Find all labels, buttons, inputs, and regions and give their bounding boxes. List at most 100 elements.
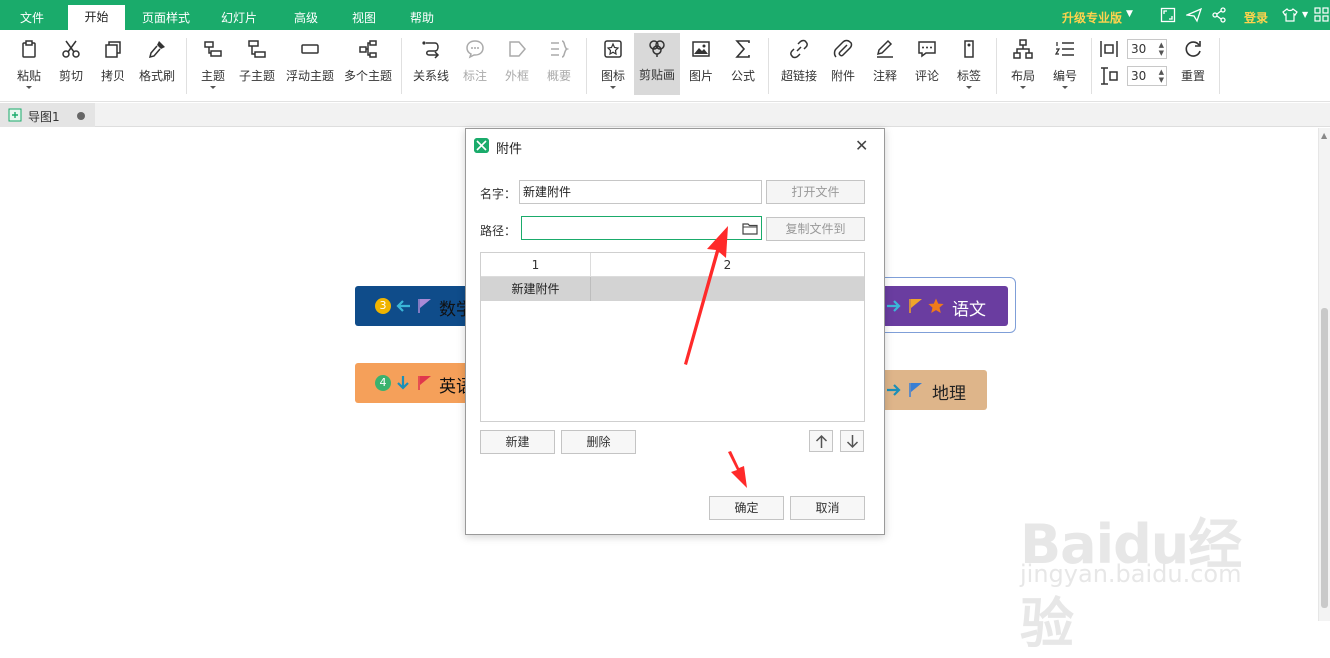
menu-tab-help[interactable]: 帮助 <box>398 6 446 30</box>
topic-english[interactable]: 4 英语 <box>355 363 475 403</box>
relation-line-button[interactable]: 关系线 <box>410 34 452 94</box>
tag-button[interactable]: 标签 <box>950 34 988 94</box>
comment-button[interactable]: 评论 <box>908 34 946 94</box>
move-down-button[interactable] <box>840 430 864 452</box>
watermark-logo: Baidu经验 jingyan.baidu.com <box>1020 513 1242 655</box>
arrow-right-icon <box>887 384 901 396</box>
multi-topic-button[interactable]: 多个主题 <box>341 34 395 94</box>
scrollbar-thumb[interactable] <box>1321 308 1328 608</box>
ribbon-divider <box>186 38 187 94</box>
chevron-down-icon <box>1062 86 1068 89</box>
menu-tab-file[interactable]: 文件 <box>8 6 56 30</box>
delete-button[interactable]: 删除 <box>561 430 636 454</box>
chevron-down-icon <box>610 86 616 89</box>
skin-shirt-icon[interactable] <box>1282 7 1298 23</box>
relation-line-icon <box>422 41 440 59</box>
column-header-2[interactable]: 2 <box>591 253 864 277</box>
name-label: 名字： <box>480 187 517 201</box>
dialog-title-bar[interactable]: 附件 ✕ <box>466 129 884 163</box>
table-cell[interactable]: 新建附件 <box>481 277 591 301</box>
vertical-spacing-stepper[interactable]: 30 ▲ ▼ <box>1127 66 1167 86</box>
reset-icon <box>1185 41 1201 57</box>
send-icon[interactable] <box>1186 7 1202 23</box>
copy-file-to-button[interactable]: 复制文件到 <box>766 217 865 241</box>
attachment-list[interactable]: 1 2 新建附件 <box>480 252 865 422</box>
reset-button[interactable]: 重置 <box>1174 34 1212 94</box>
floating-topic-button[interactable]: 浮动主题 <box>283 34 337 94</box>
menu-tab-slides[interactable]: 幻灯片 <box>212 6 266 30</box>
open-file-button[interactable]: 打开文件 <box>766 180 865 204</box>
stepper-arrows-icon[interactable]: ▲ ▼ <box>1159 68 1164 84</box>
formula-icon <box>735 40 750 58</box>
scroll-up-icon[interactable]: ▲ <box>1321 131 1327 140</box>
apps-grid-icon[interactable] <box>1314 7 1330 23</box>
horizontal-spacing-icon <box>1100 41 1118 57</box>
subtopic-button[interactable]: 子主题 <box>236 34 278 94</box>
vertical-spacing-icon <box>1101 67 1118 85</box>
close-icon[interactable]: ✕ <box>855 136 868 155</box>
numbering-button[interactable]: 编号 <box>1046 34 1084 94</box>
ok-button[interactable]: 确定 <box>709 496 784 520</box>
priority-4-icon: 4 <box>375 375 391 391</box>
horizontal-spacing-stepper[interactable]: 30 ▲ ▼ <box>1127 39 1167 59</box>
upgrade-dropdown-caret-icon[interactable]: ▼ <box>1126 9 1133 19</box>
note-button[interactable]: 注释 <box>866 34 904 94</box>
skin-dropdown-caret-icon[interactable]: ▼ <box>1302 10 1308 19</box>
image-button[interactable]: 图片 <box>682 34 720 94</box>
topic-button[interactable]: 主题 <box>194 34 232 94</box>
topic-geography[interactable]: 地理 <box>878 370 987 410</box>
cut-button[interactable]: 剪切 <box>52 34 90 94</box>
hyperlink-button[interactable]: 超链接 <box>778 34 820 94</box>
path-input[interactable] <box>521 216 762 240</box>
chevron-down-icon <box>26 86 32 89</box>
icon-library-button[interactable]: 图标 <box>594 34 632 94</box>
move-up-button[interactable] <box>809 430 833 452</box>
new-button[interactable]: 新建 <box>480 430 555 454</box>
formula-button[interactable]: 公式 <box>724 34 762 94</box>
unsaved-indicator-icon[interactable] <box>77 112 85 120</box>
layout-button[interactable]: 布局 <box>1004 34 1042 94</box>
purple-flag-icon <box>418 299 431 313</box>
vertical-scrollbar[interactable]: ▲ <box>1318 128 1330 621</box>
menu-bar: 文件 开始 页面样式 幻灯片 高级 视图 帮助 升级专业版 ▼ 登录 ▼ <box>0 0 1330 30</box>
name-input[interactable]: 新建附件 <box>519 180 762 204</box>
comment-icon <box>918 41 936 58</box>
callout-icon <box>466 40 484 59</box>
document-tab[interactable]: 导图1 <box>0 103 95 127</box>
attachment-button[interactable]: 附件 <box>824 34 862 94</box>
clipart-button[interactable]: 剪贴画 <box>634 33 680 95</box>
paste-button[interactable]: 粘贴 <box>10 34 48 94</box>
note-icon <box>876 39 893 58</box>
summary-button[interactable]: 概要 <box>540 34 578 94</box>
share-icon[interactable] <box>1211 7 1227 23</box>
folder-icon[interactable] <box>742 222 758 235</box>
chevron-down-icon <box>966 86 972 89</box>
icon-library-icon <box>604 40 622 58</box>
menu-tab-home[interactable]: 开始 <box>68 5 125 30</box>
copy-button[interactable]: 拷贝 <box>94 34 132 94</box>
boundary-button[interactable]: 外框 <box>498 34 536 94</box>
format-painter-button[interactable]: 格式刷 <box>136 34 178 94</box>
topic-chinese[interactable]: 语文 <box>878 286 1008 326</box>
menu-tab-page-style[interactable]: 页面样式 <box>136 6 196 30</box>
upgrade-pro-button[interactable]: 升级专业版 <box>1062 9 1122 26</box>
app-logo-icon <box>474 138 489 153</box>
menu-tab-advanced[interactable]: 高级 <box>282 6 330 30</box>
login-button[interactable]: 登录 <box>1244 9 1268 26</box>
menu-tab-view[interactable]: 视图 <box>340 6 388 30</box>
column-header-1[interactable]: 1 <box>481 253 591 277</box>
star-icon <box>928 298 944 313</box>
cancel-button[interactable]: 取消 <box>790 496 865 520</box>
arrow-right-icon <box>887 300 901 312</box>
ribbon-divider <box>768 38 769 94</box>
red-flag-icon <box>418 376 431 390</box>
table-row[interactable]: 新建附件 <box>481 277 864 301</box>
topic-math[interactable]: 3 数学 <box>355 286 475 326</box>
table-cell[interactable] <box>591 277 864 301</box>
fullscreen-icon[interactable] <box>1160 7 1176 23</box>
multi-topic-icon <box>359 40 377 58</box>
callout-button[interactable]: 标注 <box>456 34 494 94</box>
arrow-up-icon <box>815 434 828 448</box>
ribbon-divider <box>401 38 402 94</box>
stepper-arrows-icon[interactable]: ▲ ▼ <box>1159 41 1164 57</box>
